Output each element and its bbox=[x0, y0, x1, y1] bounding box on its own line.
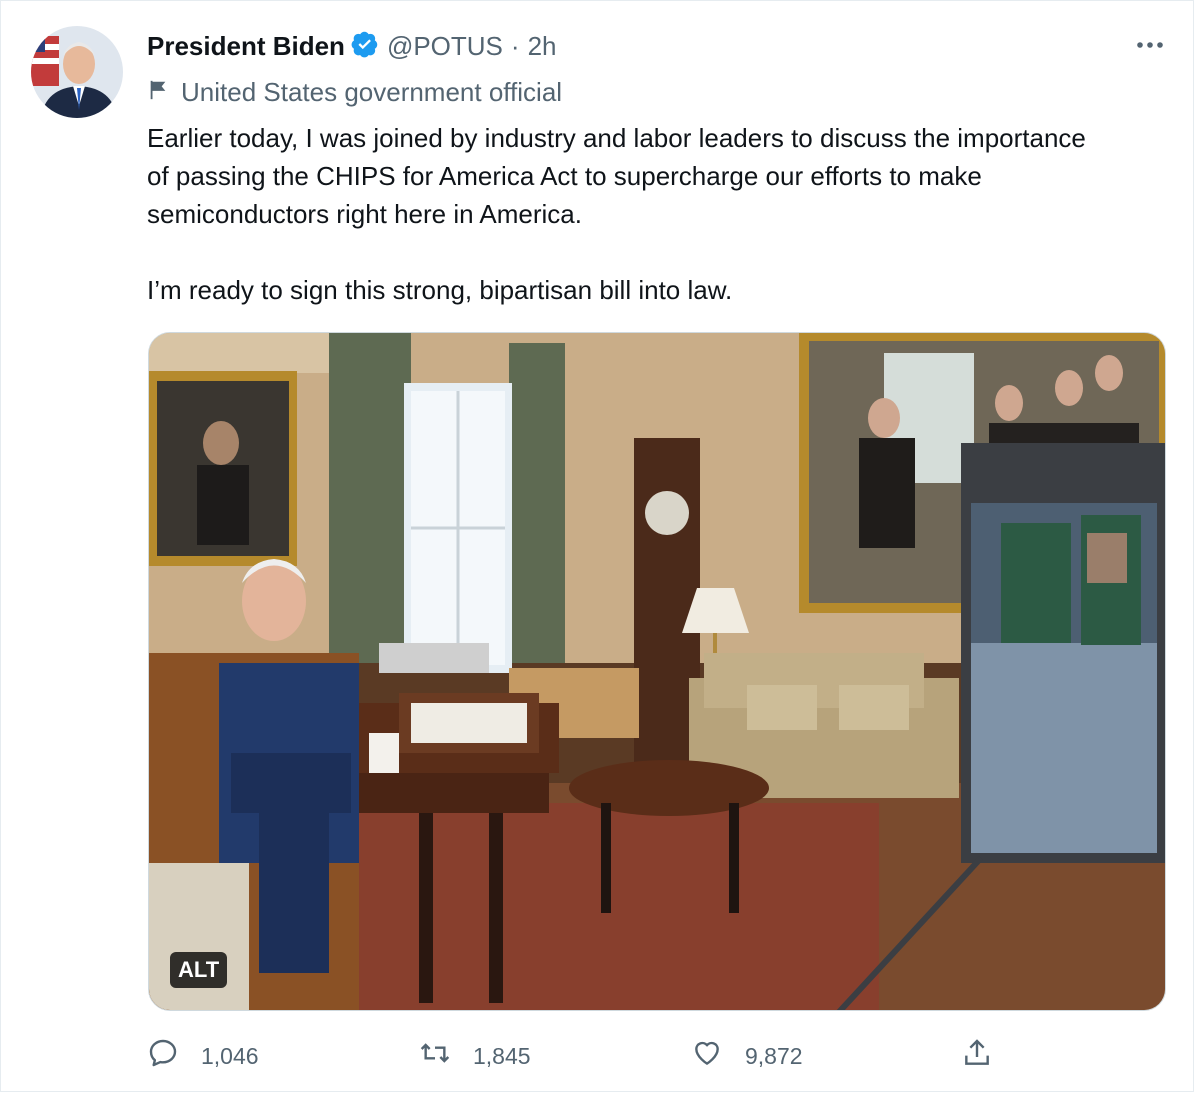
share-button[interactable] bbox=[961, 1037, 1015, 1075]
user-handle[interactable]: @POTUS bbox=[387, 31, 503, 62]
tweet-actions: 1,046 1,845 9,872 bbox=[1, 1037, 1193, 1075]
like-button[interactable]: 9,872 bbox=[691, 1037, 803, 1075]
tweet-timestamp[interactable]: 2h bbox=[528, 31, 557, 62]
retweet-count: 1,845 bbox=[473, 1042, 531, 1069]
retweet-icon bbox=[419, 1037, 473, 1075]
like-count: 9,872 bbox=[745, 1042, 803, 1069]
account-label-text: United States government official bbox=[181, 76, 563, 107]
like-icon bbox=[691, 1037, 745, 1075]
account-label[interactable]: United States government official bbox=[147, 75, 562, 109]
photo-illustration bbox=[149, 333, 1165, 1010]
display-name[interactable]: President Biden bbox=[147, 31, 345, 62]
tweet-text: Earlier today, I was joined by industry … bbox=[147, 123, 1086, 305]
verified-badge-icon bbox=[345, 30, 379, 63]
flag-icon bbox=[147, 77, 181, 108]
tweet-photo[interactable]: ALT bbox=[148, 332, 1166, 1011]
reply-count: 1,046 bbox=[201, 1042, 259, 1069]
avatar[interactable] bbox=[31, 26, 123, 118]
share-icon bbox=[961, 1037, 1015, 1075]
retweet-button[interactable]: 1,845 bbox=[419, 1037, 531, 1075]
header-separator: · bbox=[510, 30, 520, 61]
reply-icon bbox=[147, 1037, 201, 1075]
more-options-icon[interactable] bbox=[1134, 31, 1166, 59]
tweet-header: President Biden @POTUS · 2h bbox=[147, 29, 557, 63]
reply-button[interactable]: 1,046 bbox=[147, 1037, 259, 1075]
alt-text-badge[interactable]: ALT bbox=[170, 952, 228, 988]
tweet-card[interactable]: President Biden @POTUS · 2h United State… bbox=[0, 0, 1194, 1092]
